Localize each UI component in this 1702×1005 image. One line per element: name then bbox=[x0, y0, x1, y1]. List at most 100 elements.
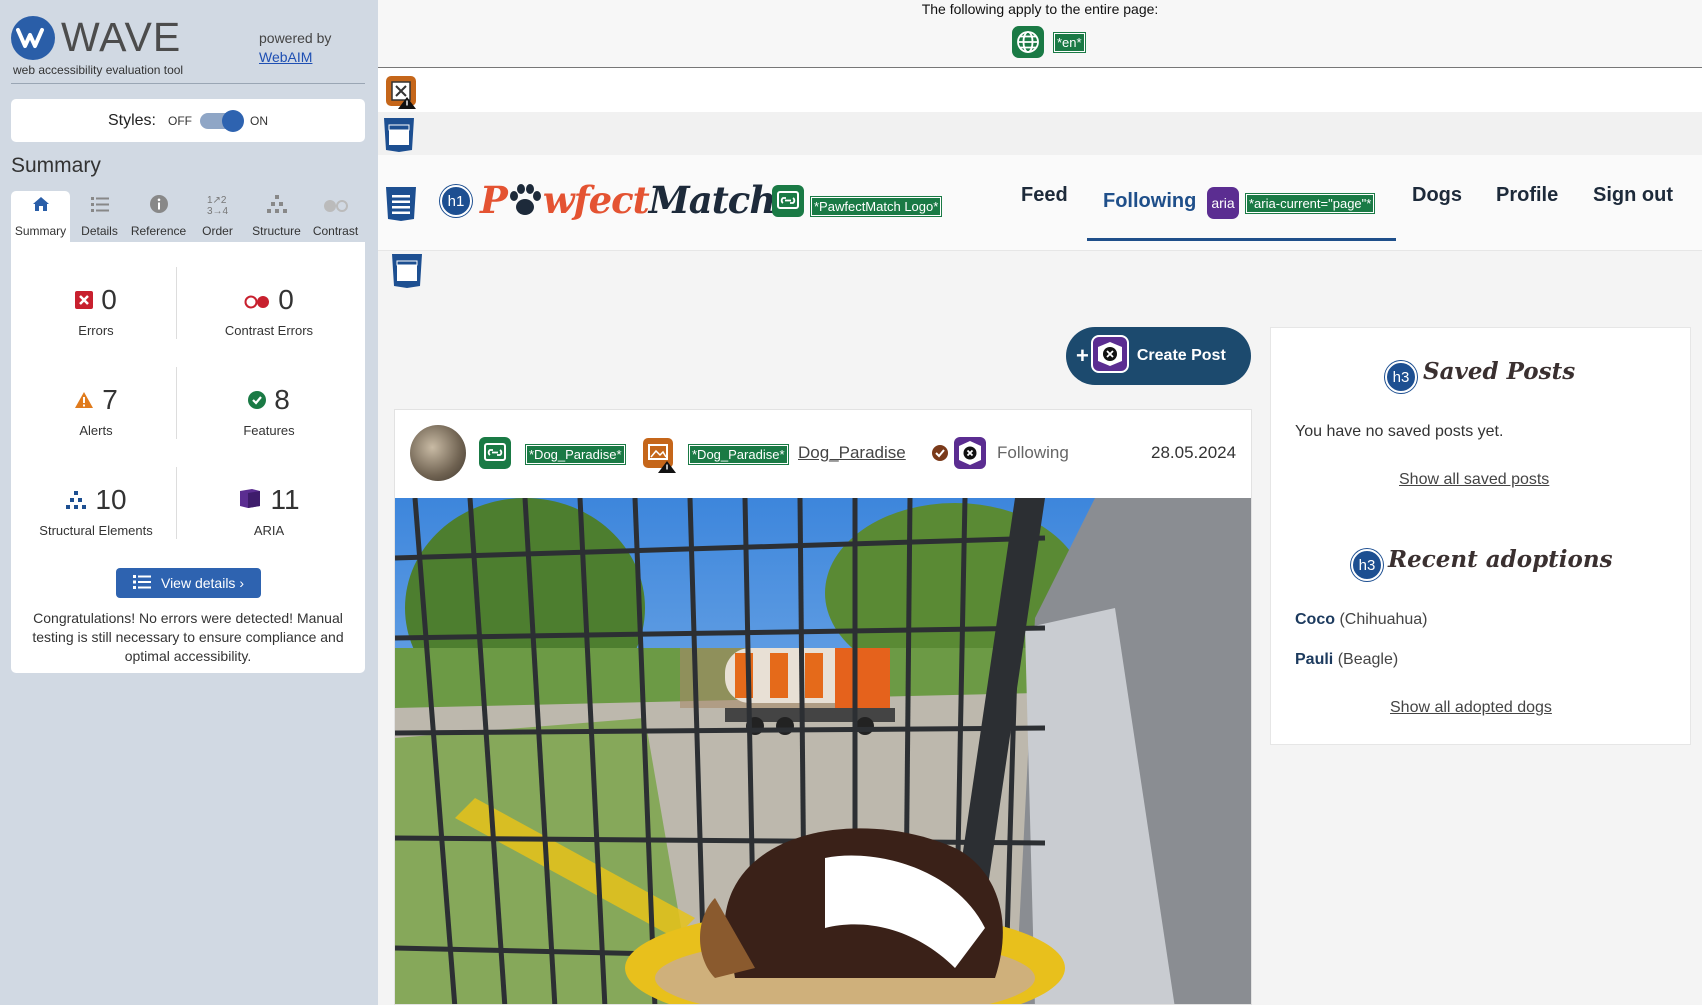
plus-icon: + bbox=[1076, 343, 1089, 368]
tab-summary[interactable]: Summary bbox=[11, 191, 70, 242]
adoption-item: Coco (Chihuahua) bbox=[1295, 611, 1428, 629]
header-region-icon[interactable] bbox=[382, 117, 414, 152]
nav-feed[interactable]: Feed bbox=[1021, 184, 1068, 207]
styles-toggle-box: Styles: OFF ON bbox=[11, 99, 365, 142]
aria-count: 11 bbox=[270, 484, 300, 515]
main-region-icon[interactable] bbox=[390, 253, 422, 288]
post-date: 28.05.2024 bbox=[1151, 443, 1237, 462]
styles-on-label: ON bbox=[250, 113, 268, 128]
aria-badge[interactable]: aria bbox=[1207, 187, 1239, 219]
redundant-alt-alert-icon[interactable] bbox=[642, 437, 676, 473]
paw-icon bbox=[507, 178, 543, 222]
wave-title: WAVE bbox=[61, 14, 182, 60]
divider bbox=[11, 83, 365, 84]
aria-cube-icon bbox=[238, 484, 262, 516]
nav-dogs[interactable]: Dogs bbox=[1412, 184, 1462, 207]
nav-following[interactable]: Following bbox=[1103, 190, 1196, 213]
show-saved-posts-link[interactable]: Show all saved posts bbox=[1399, 471, 1549, 489]
image-alt-tag: *Dog_Paradise* bbox=[688, 444, 789, 465]
list-icon bbox=[132, 574, 151, 593]
alert-missing-alt-icon[interactable] bbox=[385, 75, 417, 109]
wave-logo: WAVE bbox=[11, 14, 181, 61]
toggle-knob bbox=[222, 109, 244, 132]
navigation-region-icon[interactable] bbox=[384, 186, 416, 221]
structure-icon bbox=[266, 195, 287, 219]
recent-adoptions-heading: Recent adoptions bbox=[1388, 546, 1613, 573]
alert-icon bbox=[74, 384, 94, 416]
tab-label: Structure bbox=[252, 224, 301, 238]
create-post-button[interactable]: + Create Post bbox=[1066, 327, 1251, 385]
order-icon: 1↗2 3→4 bbox=[206, 195, 229, 217]
linked-image-feature-icon[interactable] bbox=[479, 437, 511, 469]
active-nav-underline bbox=[1087, 238, 1396, 241]
saved-posts-heading: Saved Posts bbox=[1423, 358, 1576, 385]
linked-image-feature-icon[interactable] bbox=[772, 185, 804, 217]
tab-label: Summary bbox=[14, 224, 67, 238]
nav-sign-out[interactable]: Sign out bbox=[1593, 184, 1673, 207]
alerts-stat[interactable]: 7 Alerts bbox=[16, 381, 176, 438]
nav-profile[interactable]: Profile bbox=[1496, 184, 1558, 207]
tab-details[interactable]: Details bbox=[70, 191, 129, 242]
show-adopted-dogs-link[interactable]: Show all adopted dogs bbox=[1390, 699, 1552, 717]
tab-reference[interactable]: Reference bbox=[129, 191, 188, 242]
summary-heading: Summary bbox=[11, 154, 101, 177]
h1-heading-icon[interactable]: h1 bbox=[440, 185, 472, 217]
errors-label: Errors bbox=[78, 323, 114, 338]
tab-structure[interactable]: Structure bbox=[247, 191, 306, 242]
feature-check-icon bbox=[248, 384, 267, 416]
create-post-label: Create Post bbox=[1136, 347, 1226, 364]
structural-stat[interactable]: 10 Structural Elements bbox=[16, 481, 176, 538]
adoption-breed: (Beagle) bbox=[1337, 651, 1399, 668]
alerts-label: Alerts bbox=[79, 423, 113, 438]
adoption-name[interactable]: Coco bbox=[1295, 611, 1335, 628]
entire-page-text: The following apply to the entire page: bbox=[921, 1, 1159, 17]
tab-order[interactable]: 1↗2 3→4 Order bbox=[188, 191, 247, 242]
divider bbox=[176, 267, 177, 339]
contrast-errors-count: 0 bbox=[278, 284, 294, 315]
h1-badge: h1 bbox=[440, 185, 472, 217]
error-icon bbox=[75, 284, 94, 316]
contrast-icon bbox=[323, 195, 349, 219]
info-icon bbox=[149, 195, 168, 219]
contrast-errors-label: Contrast Errors bbox=[224, 323, 314, 338]
home-icon bbox=[32, 195, 50, 219]
aria-button-icon[interactable] bbox=[953, 436, 986, 469]
errors-stat[interactable]: 0 Errors bbox=[16, 281, 176, 338]
tab-label: Contrast bbox=[312, 224, 359, 238]
user-avatar[interactable] bbox=[410, 425, 466, 481]
structure-icon bbox=[65, 484, 87, 516]
language-globe-icon[interactable] bbox=[1012, 26, 1044, 58]
aria-current-tag: *aria-current="page"* bbox=[1244, 193, 1376, 214]
adoption-name[interactable]: Pauli bbox=[1295, 651, 1333, 668]
view-details-button[interactable]: View details › bbox=[116, 568, 261, 598]
tab-contrast[interactable]: Contrast bbox=[306, 191, 365, 242]
h3-heading-icon[interactable]: h3 bbox=[1385, 361, 1417, 393]
contrast-errors-stat[interactable]: 0 Contrast Errors bbox=[189, 281, 349, 338]
tab-label: Details bbox=[81, 224, 118, 238]
logo-part3: Match bbox=[648, 178, 776, 222]
lang-tag: *en* bbox=[1053, 32, 1086, 53]
structural-count: 10 bbox=[95, 484, 127, 515]
congrats-message: Congratulations! No errors were detected… bbox=[32, 610, 344, 664]
errors-count: 0 bbox=[101, 284, 117, 315]
logo-part2: wfect bbox=[542, 178, 650, 222]
aria-button-icon bbox=[1090, 334, 1129, 378]
follow-status[interactable]: Following bbox=[997, 443, 1069, 463]
styles-toggle[interactable] bbox=[200, 109, 244, 132]
post-username[interactable]: Dog_Paradise bbox=[798, 443, 906, 463]
check-icon bbox=[932, 445, 948, 465]
h3-heading-icon[interactable]: h3 bbox=[1351, 549, 1383, 581]
view-details-label: View details › bbox=[160, 575, 244, 591]
features-stat[interactable]: 8 Features bbox=[189, 381, 349, 438]
wave-tabs: Summary Details Reference 1↗2 3→4 Order S… bbox=[11, 191, 365, 242]
aria-stat[interactable]: 11 ARIA bbox=[189, 481, 349, 538]
site-logo[interactable]: PwfectMatch bbox=[480, 178, 776, 222]
divider bbox=[176, 467, 177, 539]
alerts-count: 7 bbox=[102, 384, 118, 415]
aria-label: ARIA bbox=[253, 523, 285, 538]
webaim-link[interactable]: WebAIM bbox=[259, 49, 312, 65]
list-icon bbox=[90, 195, 109, 219]
styles-off-label: OFF bbox=[168, 113, 192, 128]
wave-sidebar: WAVE web accessibility evaluation tool p… bbox=[0, 0, 378, 1005]
tab-label: Reference bbox=[130, 224, 187, 238]
